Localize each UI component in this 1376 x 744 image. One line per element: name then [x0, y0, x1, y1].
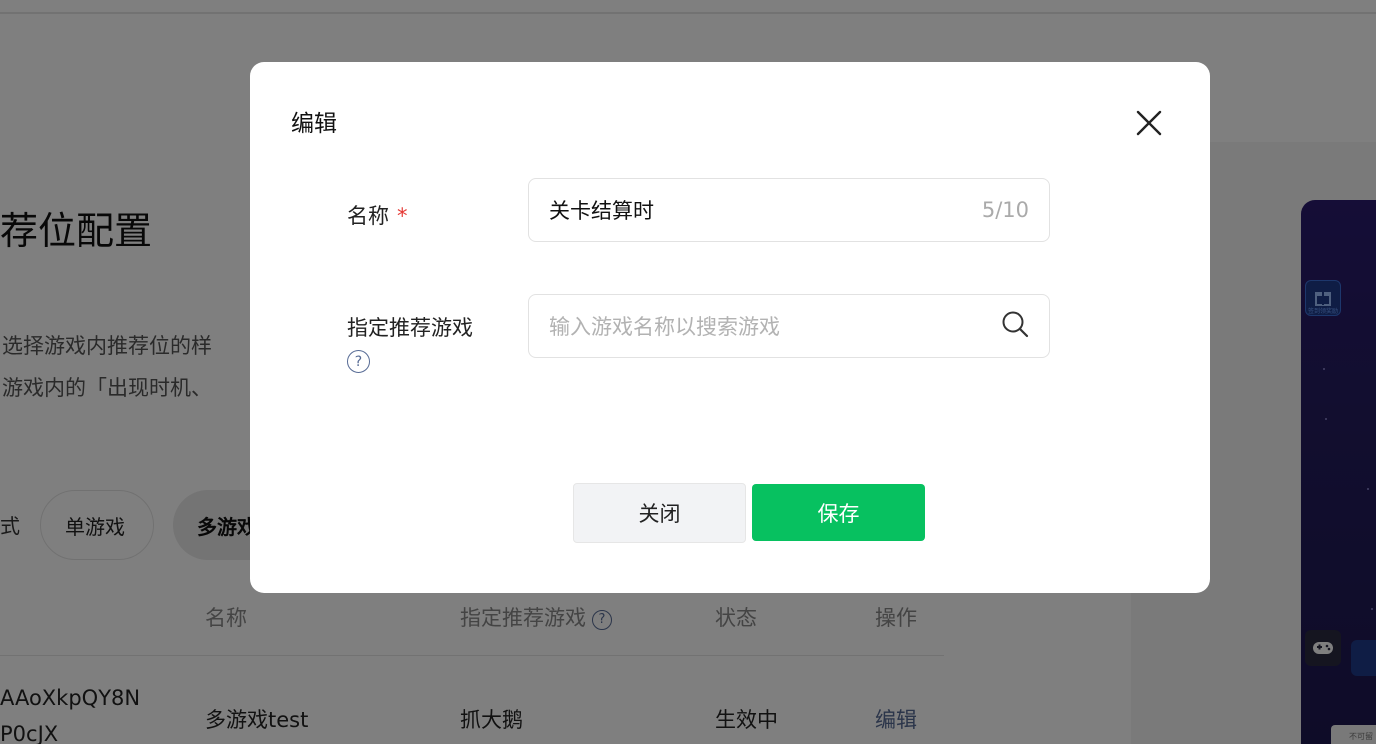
name-input-value[interactable]: 关卡结算时: [549, 195, 982, 225]
name-label: 名称 *: [347, 200, 408, 230]
char-counter: 5/10: [981, 198, 1029, 222]
game-label: 指定推荐游戏: [347, 316, 473, 340]
game-search-input[interactable]: 输入游戏名称以搜索游戏: [549, 311, 1001, 341]
required-mark: *: [397, 204, 408, 228]
game-search-field[interactable]: 输入游戏名称以搜索游戏: [528, 294, 1050, 358]
name-label-text: 名称: [347, 204, 389, 228]
close-icon[interactable]: [1132, 106, 1166, 140]
dialog-title: 编辑: [291, 111, 337, 137]
save-button[interactable]: 保存: [752, 484, 925, 541]
search-icon[interactable]: [1001, 310, 1029, 342]
close-button[interactable]: 关闭: [573, 483, 746, 543]
name-field[interactable]: 关卡结算时 5/10: [528, 178, 1050, 242]
edit-dialog: 编辑 名称 * 关卡结算时 5/10 指定推荐游戏 ? 输入游戏名称以搜索游戏 关…: [250, 62, 1210, 593]
help-icon[interactable]: ?: [347, 350, 370, 373]
